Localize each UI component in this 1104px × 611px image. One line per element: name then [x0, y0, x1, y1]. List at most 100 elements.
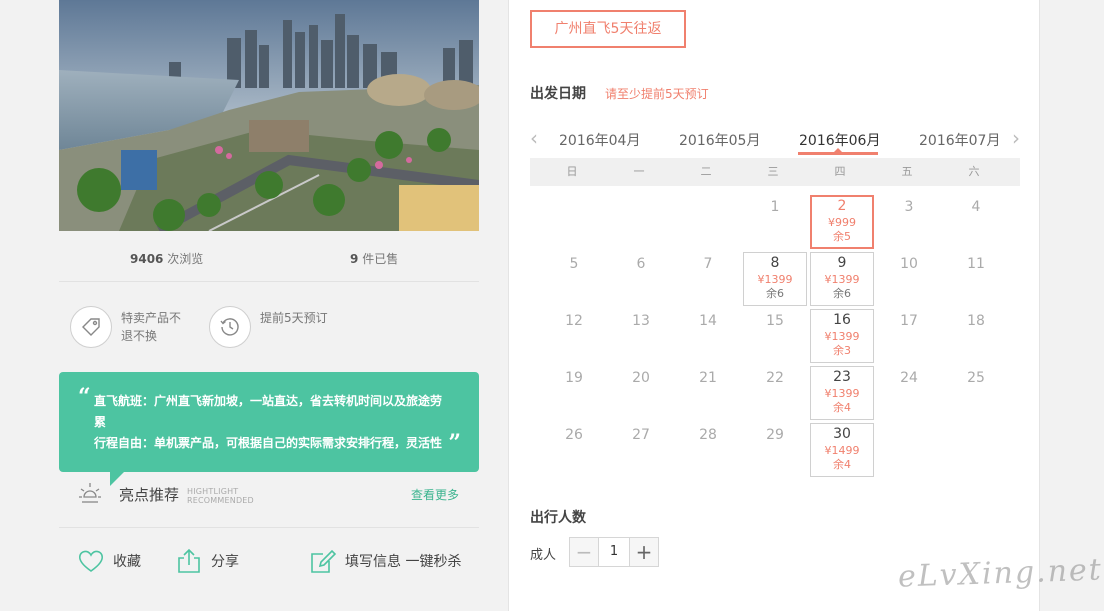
quote-line: 直飞航班：广州直飞新加坡，一站直达，省去转机时间以及旅途劳累 — [94, 394, 443, 429]
calendar-day-available[interactable]: 30 ¥1499 余4 — [810, 423, 874, 477]
calendar-day-available[interactable]: 16 ¥1399 余3 — [810, 309, 874, 363]
feature-advance-booking: 提前5天预订 — [209, 306, 349, 350]
active-month-caret — [834, 148, 842, 152]
site-watermark: eLvXing.net — [897, 552, 1104, 595]
calendar-day: 11 — [944, 252, 1008, 306]
day-number: 13 — [632, 313, 650, 329]
calendar-day: 17 — [877, 309, 941, 363]
favorite-label: 收藏 — [113, 554, 141, 570]
day-number: 22 — [766, 370, 784, 386]
departure-note: 请至少提前5天预订 — [605, 87, 709, 101]
decrement-button[interactable]: − — [570, 538, 599, 566]
calendar-day: 6 — [609, 252, 673, 306]
calendar-day: 14 — [676, 309, 740, 363]
day-number: 30 — [833, 426, 851, 442]
edit-icon — [311, 549, 337, 573]
day-number: 3 — [904, 199, 914, 215]
increment-button[interactable]: + — [629, 538, 658, 566]
highlight-section-header: 亮点推荐 HIGHTLIGHT RECOMMENDED 查看更多 — [59, 474, 479, 528]
month-selector: ‹ 2016年04月 2016年05月 2016年06月 2016年07月 › — [530, 126, 1020, 158]
highlight-en-line: HIGHTLIGHT — [187, 487, 239, 496]
sold-suffix: 件已售 — [362, 252, 399, 266]
sold-stat: 9 件已售 — [350, 250, 398, 267]
feature-text: 特卖产品不退不换 — [121, 311, 182, 343]
calendar-day: 20 — [609, 366, 673, 420]
calendar-day-available[interactable]: 23 ¥1399 余4 — [810, 366, 874, 420]
calendar-day: 1 — [743, 195, 807, 249]
day-number: 1 — [770, 199, 780, 215]
quote-text: 直飞航班：广州直飞新加坡，一站直达，省去转机时间以及旅途劳累 行程自由：单机票产… — [94, 391, 449, 454]
calendar-day: 29 — [743, 423, 807, 477]
day-number: 24 — [900, 370, 918, 386]
day-number: 15 — [766, 313, 784, 329]
calendar-day: 4 — [944, 195, 1008, 249]
weekday-label: 三 — [767, 165, 779, 178]
day-number: 8 — [770, 255, 780, 271]
day-remaining: 余3 — [833, 344, 851, 357]
highlight-title: 亮点推荐 — [119, 486, 180, 504]
weekday-label: 五 — [901, 165, 913, 178]
calendar-day: 28 — [676, 423, 740, 477]
views-stat: 9406 次浏览 — [130, 250, 203, 267]
calendar-day: 26 — [542, 423, 606, 477]
day-number: 26 — [565, 427, 583, 443]
weekday-label: 日 — [566, 165, 578, 178]
month-tab[interactable]: 2016年04月 — [559, 130, 640, 150]
calendar-day-available[interactable]: 9 ¥1399 余6 — [810, 252, 874, 306]
feature-text: 提前5天预订 — [260, 311, 328, 325]
sold-count: 9 — [350, 252, 359, 266]
highlight-subtitle-en: HIGHTLIGHT RECOMMENDED — [187, 487, 254, 505]
share-icon — [178, 548, 200, 573]
quote-open-mark: “ — [78, 384, 91, 410]
departure-date-title: 出发日期 — [530, 86, 586, 102]
day-price: ¥999 — [828, 216, 856, 229]
day-price: ¥1399 — [824, 330, 860, 343]
calendar-day: 22 — [743, 366, 807, 420]
product-features: 特卖产品不退不换 提前5天预订 — [59, 298, 479, 358]
fill-info-label: 填写信息 一键秒杀 — [345, 554, 462, 570]
product-actions: 收藏 分享 填写信息 一键秒杀 — [59, 528, 479, 598]
weekday-label: 二 — [700, 165, 712, 178]
calendar-day: 15 — [743, 309, 807, 363]
product-hero-image — [59, 0, 479, 231]
month-tab[interactable]: 2016年05月 — [679, 130, 760, 150]
quote-close-mark: ” — [448, 430, 461, 456]
weekday-header: 日 一 二 三 四 五 六 — [530, 158, 1020, 186]
day-number: 16 — [833, 312, 851, 328]
adult-count-input[interactable] — [599, 538, 629, 566]
day-remaining: 余6 — [833, 287, 851, 300]
share-button[interactable]: 分享 — [175, 546, 239, 576]
calendar-day-available[interactable]: 8 ¥1399 余6 — [743, 252, 807, 306]
calendar-day: 3 — [877, 195, 941, 249]
tag-icon — [70, 306, 112, 348]
day-number: 27 — [632, 427, 650, 443]
day-number: 7 — [703, 256, 713, 272]
calendar-day: 10 — [877, 252, 941, 306]
active-month-underline — [798, 152, 878, 155]
prev-month-icon[interactable]: ‹ — [530, 128, 538, 148]
feature-no-refund: 特卖产品不退不换 — [70, 306, 210, 350]
heart-icon — [78, 550, 104, 572]
calendar-day: 7 — [676, 252, 740, 306]
highlight-quote-box: “ 直飞航班：广州直飞新加坡，一站直达，省去转机时间以及旅途劳累 行程自由：单机… — [59, 372, 479, 486]
day-number: 20 — [632, 370, 650, 386]
favorite-button[interactable]: 收藏 — [77, 546, 141, 576]
day-number: 18 — [967, 313, 985, 329]
day-number: 29 — [766, 427, 784, 443]
day-price: ¥1499 — [824, 444, 860, 457]
day-number: 6 — [636, 256, 646, 272]
month-tab[interactable]: 2016年07月 — [919, 130, 1000, 150]
product-stats: 9406 次浏览 9 件已售 — [59, 231, 479, 282]
next-month-icon[interactable]: › — [1012, 128, 1020, 148]
calendar-day: 5 — [542, 252, 606, 306]
calendar-day: 21 — [676, 366, 740, 420]
day-number: 10 — [900, 256, 918, 272]
route-tab-guangzhou-5days[interactable]: 广州直飞5天往返 — [530, 10, 686, 48]
view-more-link[interactable]: 查看更多 — [411, 486, 459, 503]
fill-info-button[interactable]: 填写信息 一键秒杀 — [309, 546, 461, 576]
day-remaining: 余4 — [833, 458, 851, 471]
month-tab-active[interactable]: 2016年06月 — [799, 130, 880, 150]
calendar-day-selected[interactable]: 2 ¥999 余5 — [810, 195, 874, 249]
day-price: ¥1399 — [824, 273, 860, 286]
day-price: ¥1399 — [757, 273, 793, 286]
